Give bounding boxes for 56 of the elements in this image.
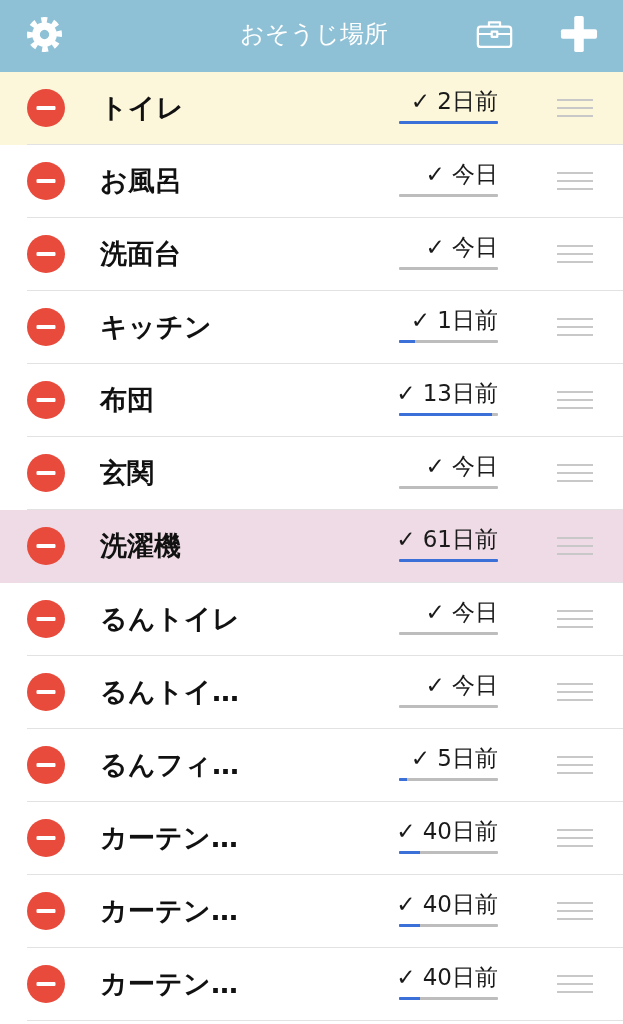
minus-circle-icon[interactable] (27, 454, 65, 492)
last-cleaned-label[interactable]: ✓ 13日前 (396, 378, 498, 408)
drag-handle-icon[interactable] (557, 537, 593, 555)
last-cleaned-label[interactable]: ✓ 今日 (425, 232, 498, 262)
screen-title: おそうじ場所 (239, 19, 389, 50)
place-name: るんトイレ (100, 602, 241, 636)
place-name: 玄関 (100, 456, 155, 490)
place-name: 洗濯機 (100, 529, 182, 563)
minus-circle-icon[interactable] (27, 746, 65, 784)
minus-circle-icon[interactable] (27, 819, 65, 857)
minus-circle-icon[interactable] (27, 381, 65, 419)
place-name: お風呂 (100, 164, 183, 198)
last-cleaned-label[interactable]: ✓ 61日前 (396, 524, 498, 554)
minus-circle-icon[interactable] (27, 308, 65, 346)
drag-handle-icon[interactable] (557, 902, 593, 920)
last-cleaned-label[interactable]: ✓ 1日前 (410, 305, 498, 335)
last-cleaned-label[interactable]: ✓ 今日 (425, 451, 498, 481)
drag-handle-icon[interactable] (557, 683, 593, 701)
drag-handle-icon[interactable] (557, 975, 593, 993)
minus-circle-icon[interactable] (27, 673, 65, 711)
place-name: るんトイ… (100, 675, 240, 709)
minus-circle-icon[interactable] (27, 89, 65, 127)
drag-handle-icon[interactable] (557, 172, 593, 190)
drag-handle-icon[interactable] (557, 756, 593, 774)
minus-circle-icon[interactable] (27, 162, 65, 200)
last-cleaned-label[interactable]: ✓ 今日 (425, 159, 498, 189)
add-icon[interactable] (560, 14, 598, 53)
drag-handle-icon[interactable] (557, 318, 593, 336)
drag-handle-icon[interactable] (557, 829, 593, 847)
last-cleaned-label[interactable]: ✓ 今日 (425, 597, 498, 627)
place-name: 布団 (100, 383, 155, 417)
drag-handle-icon[interactable] (557, 391, 593, 409)
place-name: るんフィ… (100, 748, 240, 782)
last-cleaned-label[interactable]: ✓ 40日前 (396, 889, 498, 919)
place-name: カーテン… (100, 821, 239, 855)
drag-handle-icon[interactable] (557, 245, 593, 263)
place-name: カーテン… (100, 967, 239, 1001)
drag-handle-icon[interactable] (557, 464, 593, 482)
place-name: トイレ (100, 91, 185, 125)
minus-circle-icon[interactable] (27, 965, 65, 1003)
place-name: 洗面台 (100, 237, 182, 271)
drag-handle-icon[interactable] (557, 99, 593, 117)
place-name: カーテン… (100, 894, 239, 928)
minus-circle-icon[interactable] (27, 600, 65, 638)
minus-circle-icon[interactable] (27, 527, 65, 565)
toolbox-icon[interactable] (476, 19, 513, 49)
settings-icon[interactable] (27, 16, 62, 52)
last-cleaned-label[interactable]: ✓ 2日前 (410, 86, 498, 116)
last-cleaned-label[interactable]: ✓ 40日前 (396, 962, 498, 992)
last-cleaned-label[interactable]: ✓ 今日 (425, 670, 498, 700)
drag-handle-icon[interactable] (557, 610, 593, 628)
last-cleaned-label[interactable]: ✓ 40日前 (396, 816, 498, 846)
last-cleaned-label[interactable]: ✓ 5日前 (410, 743, 498, 773)
minus-circle-icon[interactable] (27, 892, 65, 930)
minus-circle-icon[interactable] (27, 235, 65, 273)
place-name: キッチン (100, 310, 213, 344)
